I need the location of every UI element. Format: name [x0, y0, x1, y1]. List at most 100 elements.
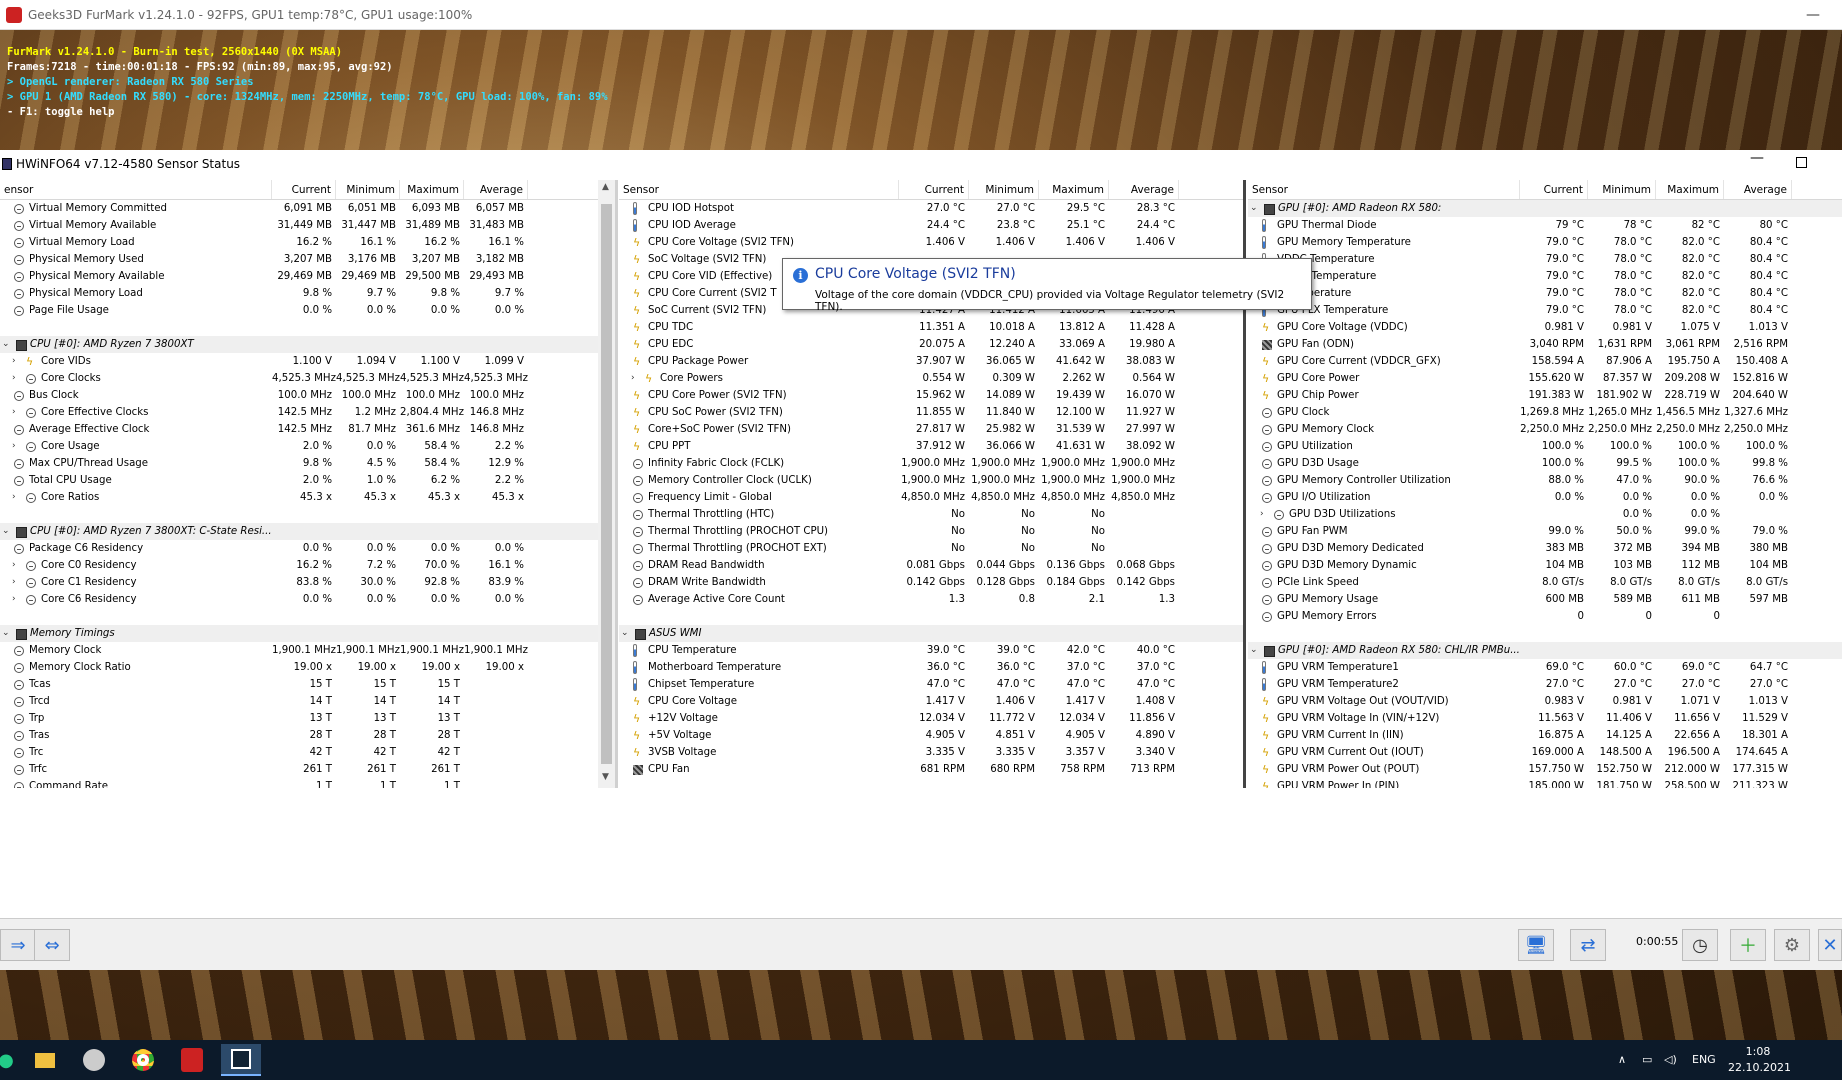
network-icon[interactable]: ▭ — [1642, 1040, 1652, 1080]
sensor-row[interactable]: ϟ CPU Core Power (SVI2 TFN) 15.962 W 14.089… — [619, 387, 1243, 404]
close-button[interactable]: ✕ — [1818, 929, 1842, 961]
sensor-row[interactable]: › Core C0 Residency 16.2 % 7.2 % 70.0 % 16.1 … — [0, 557, 598, 574]
collapse-icon[interactable]: ⌄ — [2, 336, 10, 353]
sensor-row[interactable]: ϟ GPU VRM Voltage In (VIN/+12V) 11.563 V 11… — [1248, 710, 1842, 727]
sensor-row[interactable]: Thermal Throttling (PROCHOT EXT) No No No — [619, 540, 1243, 557]
column-header-current[interactable]: Current — [272, 180, 336, 199]
sensor-row[interactable]: GPU D3D Usage 100.0 % 99.5 % 100.0 % 99.8 % — [1248, 455, 1842, 472]
column-header-maximum[interactable]: Maximum — [1039, 180, 1109, 199]
sensor-row[interactable]: ϟ GPU VRM Current Out (IOUT) 169.000 A 148.… — [1248, 744, 1842, 761]
sensor-row[interactable]: Trp 13 T 13 T 13 T — [0, 710, 598, 727]
sensor-row[interactable]: DRAM Read Bandwidth 0.081 Gbps 0.044 Gbps 0… — [619, 557, 1243, 574]
sensor-row[interactable]: › Core Usage 2.0 % 0.0 % 58.4 % 2.2 % — [0, 438, 598, 455]
column-header-sensor[interactable]: Sensor — [1248, 180, 1520, 199]
sensor-row[interactable]: ϟ CPU Package Power 37.907 W 36.065 W 41.642… — [619, 353, 1243, 370]
sensor-row[interactable]: Tras 28 T 28 T 28 T — [0, 727, 598, 744]
sensor-row[interactable]: GPU Fan PWM 99.0 % 50.0 % 99.0 % 79.0 % — [1248, 523, 1842, 540]
taskbar-hwinfo[interactable] — [221, 1044, 261, 1076]
expand-icon[interactable]: › — [12, 574, 16, 591]
sensor-row[interactable]: Motherboard Temperature 36.0 °C 36.0 °C 37.… — [619, 659, 1243, 676]
sensor-row[interactable]: Thermal Throttling (PROCHOT CPU) No No No — [619, 523, 1243, 540]
sensor-row[interactable]: Page File Usage 0.0 % 0.0 % 0.0 % 0.0 % — [0, 302, 598, 319]
sensor-row[interactable]: Physical Memory Available 29,469 MB 29,469… — [0, 268, 598, 285]
sensor-row[interactable]: Chipset Temperature 47.0 °C 47.0 °C 47.0 °C… — [619, 676, 1243, 693]
sensor-row[interactable]: › Core C6 Residency 0.0 % 0.0 % 0.0 % 0.0 % — [0, 591, 598, 608]
clock-button[interactable]: ◷ — [1682, 929, 1718, 961]
sensor-row[interactable]: CPU IOD Average 24.4 °C 23.8 °C 25.1 °C 24.4… — [619, 217, 1243, 234]
collapse-icon[interactable]: ⌄ — [2, 625, 10, 642]
sensor-group-row[interactable]: ⌄ GPU [#0]: AMD Radeon RX 580: CHL/IR PMB… — [1248, 642, 1842, 659]
taskbar-app[interactable] — [74, 1044, 114, 1076]
sensor-row[interactable]: Max CPU/Thread Usage 9.8 % 4.5 % 58.4 % 12.9… — [0, 455, 598, 472]
sensor-row[interactable]: ϟ GPU VRM Voltage Out (VOUT/VID) 0.983 V 0.… — [1248, 693, 1842, 710]
collapse-icon[interactable]: ⌄ — [1250, 642, 1258, 659]
minimize-icon[interactable]: — — [1806, 0, 1820, 30]
sensor-row[interactable]: GPU Clock 1,269.8 MHz 1,265.0 MHz 1,456.5 M… — [1248, 404, 1842, 421]
sensor-group-row[interactable]: ⌄ ASUS WMI — [619, 625, 1243, 642]
sensor-row[interactable]: GPU Thermal Diode 79 °C 78 °C 82 °C 80 °C — [1248, 217, 1842, 234]
sensor-row[interactable]: ϟ 3VSB Voltage 3.335 V 3.335 V 3.357 V 3.340 … — [619, 744, 1243, 761]
sensor-row[interactable]: GPU D3D Memory Dynamic 104 MB 103 MB 112 MB… — [1248, 557, 1842, 574]
column-header-maximum[interactable]: Maximum — [400, 180, 464, 199]
furmark-titlebar[interactable]: Geeks3D FurMark v1.24.1.0 - 92FPS, GPU1 … — [0, 0, 1842, 30]
sensor-row[interactable]: ϟ CPU Core Voltage (SVI2 TFN) 1.406 V 1.406… — [619, 234, 1243, 251]
sensor-row[interactable]: ϟ GPU Core Voltage (VDDC) 0.981 V 0.981 V 1.… — [1248, 319, 1842, 336]
sensor-row[interactable]: CPU Temperature 39.0 °C 39.0 °C 42.0 °C 40.0… — [619, 642, 1243, 659]
sensor-row[interactable]: ϟ GPU Core Power 155.620 W 87.357 W 209.208 … — [1248, 370, 1842, 387]
sensor-row[interactable]: Memory Controller Clock (UCLK) 1,900.0 MH… — [619, 472, 1243, 489]
sensor-row[interactable]: GPU VRM Temperature2 27.0 °C 27.0 °C 27.0 °… — [1248, 676, 1842, 693]
add-report-button[interactable]: ＋ — [1730, 929, 1766, 961]
sensor-row[interactable]: Tcas 15 T 15 T 15 T — [0, 676, 598, 693]
sensor-row[interactable]: GPU VRM Temperature1 69.0 °C 60.0 °C 69.0 °… — [1248, 659, 1842, 676]
sensor-row[interactable]: Memory Clock 1,900.1 MHz 1,900.1 MHz 1,900.… — [0, 642, 598, 659]
navigate-right-button[interactable]: ⇒ — [0, 929, 36, 961]
sensor-row[interactable]: › Core Effective Clocks 142.5 MHz 1.2 MHz 2,… — [0, 404, 598, 421]
sensor-row[interactable]: Infinity Fabric Clock (FCLK) 1,900.0 MHz 1… — [619, 455, 1243, 472]
sensor-row[interactable]: GPU D3D Memory Dedicated 383 MB 372 MB 394 … — [1248, 540, 1842, 557]
sensor-row[interactable]: Bus Clock 100.0 MHz 100.0 MHz 100.0 MHz 100.… — [0, 387, 598, 404]
collapse-icon[interactable]: ⌄ — [621, 625, 629, 642]
sensor-row[interactable]: Physical Memory Used 3,207 MB 3,176 MB 3,20… — [0, 251, 598, 268]
sensor-row[interactable]: ϟ CPU EDC 20.075 A 12.240 A 33.069 A 19.980 A — [619, 336, 1243, 353]
expand-icon[interactable]: › — [1260, 506, 1264, 523]
sensor-row[interactable]: ϟ CPU PPT 37.912 W 36.066 W 41.631 W 38.092 W — [619, 438, 1243, 455]
taskbar-explorer[interactable] — [25, 1044, 65, 1076]
sensor-row[interactable]: ϟ +12V Voltage 12.034 V 11.772 V 12.034 V 11.… — [619, 710, 1243, 727]
sensor-row[interactable]: CPU Fan 681 RPM 680 RPM 758 RPM 713 RPM — [619, 761, 1243, 778]
column-header-average[interactable]: Average — [464, 180, 528, 199]
sensor-row[interactable]: ϟ CPU TDC 11.351 A 10.018 A 13.812 A 11.428 A — [619, 319, 1243, 336]
sensor-row[interactable]: › ϟ Core VIDs 1.100 V 1.094 V 1.100 V 1.099 V — [0, 353, 598, 370]
scroll-down-icon[interactable]: ▼ — [602, 772, 609, 782]
sensor-row[interactable]: › Core Clocks 4,525.3 MHz 4,525.3 MHz 4,525.… — [0, 370, 598, 387]
sensor-row[interactable]: VDDC Temperature 79.0 °C 78.0 °C 82.0 °C 80.… — [1248, 251, 1842, 268]
column-header-maximum[interactable]: Maximum — [1656, 180, 1724, 199]
column-header-average[interactable]: Average — [1724, 180, 1792, 199]
scroll-up-icon[interactable]: ▲ — [602, 182, 609, 192]
expand-icon[interactable]: › — [12, 438, 16, 455]
sensor-group-row[interactable]: ⌄ GPU [#0]: AMD Radeon RX 580: — [1248, 200, 1842, 217]
scrollbar[interactable]: ▲ ▼ — [598, 180, 615, 788]
chevron-up-icon[interactable]: ∧ — [1618, 1040, 1626, 1080]
sensor-row[interactable]: Memory Clock Ratio 19.00 x 19.00 x 19.00 x 1… — [0, 659, 598, 676]
sensor-row[interactable]: ϟ +5V Voltage 4.905 V 4.851 V 4.905 V 4.890 V — [619, 727, 1243, 744]
sensor-row[interactable]: Frequency Limit - Global 4,850.0 MHz 4,850… — [619, 489, 1243, 506]
taskbar-chrome[interactable] — [123, 1044, 163, 1076]
sensor-row[interactable]: CPU IOD Hotspot 27.0 °C 27.0 °C 29.5 °C 28.3… — [619, 200, 1243, 217]
sensor-row[interactable]: Virtual Memory Available 31,449 MB 31,447 … — [0, 217, 598, 234]
column-header-sensor[interactable]: Sensor — [619, 180, 899, 199]
pane-splitter[interactable] — [615, 180, 618, 788]
sensor-row[interactable]: Total CPU Usage 2.0 % 1.0 % 6.2 % 2.2 % — [0, 472, 598, 489]
sensor-row[interactable]: Command Rate 1 T 1 T 1 T — [0, 778, 598, 788]
expand-icon[interactable]: › — [12, 591, 16, 608]
column-header-minimum[interactable]: Minimum — [336, 180, 400, 199]
sensor-row[interactable]: Virtual Memory Load 16.2 % 16.1 % 16.2 % 16.… — [0, 234, 598, 251]
sensor-row[interactable]: ϟ GPU Core Current (VDDCR_GFX) 158.594 A 87… — [1248, 353, 1842, 370]
sensor-row[interactable]: d Temperature 79.0 °C 78.0 °C 82.0 °C 80.4 °… — [1248, 285, 1842, 302]
sensor-row[interactable]: Trc 42 T 42 T 42 T — [0, 744, 598, 761]
column-header-current[interactable]: Current — [1520, 180, 1588, 199]
sensor-group-row[interactable]: ⌄ CPU [#0]: AMD Ryzen 7 3800XT: C-State R… — [0, 523, 598, 540]
collapse-icon[interactable]: ⌄ — [1250, 200, 1258, 217]
sensor-row[interactable]: GPU Utilization 100.0 % 100.0 % 100.0 % 100.… — [1248, 438, 1842, 455]
column-header-average[interactable]: Average — [1109, 180, 1179, 199]
sensor-row[interactable]: ϟ GPU VRM Power Out (POUT) 157.750 W 152.75… — [1248, 761, 1842, 778]
